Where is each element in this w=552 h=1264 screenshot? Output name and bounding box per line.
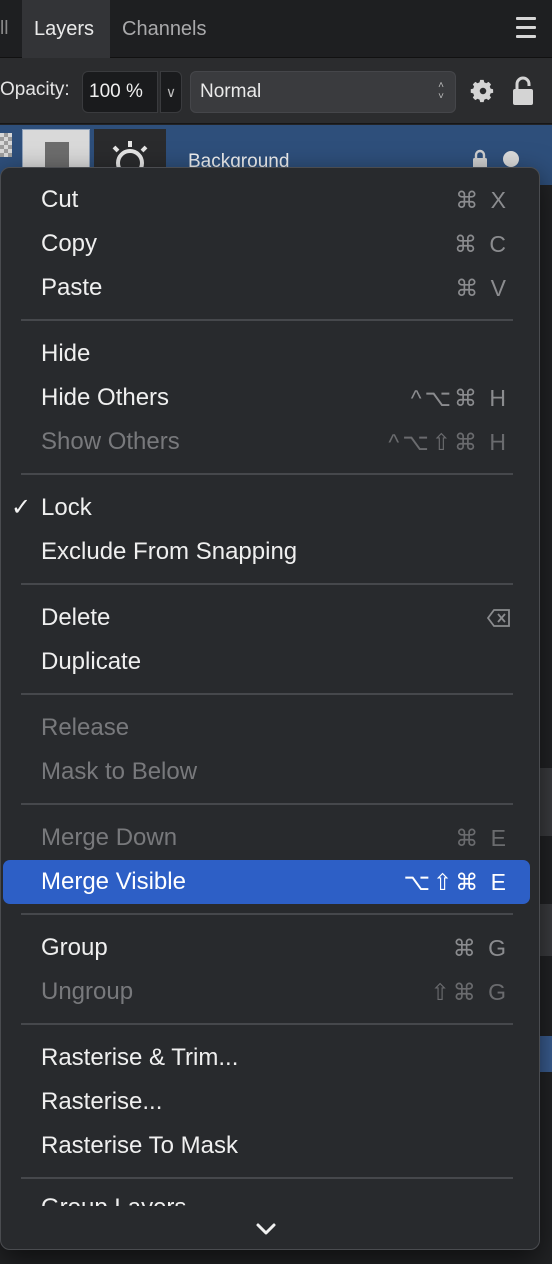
menu-item-copy[interactable]: Copy ⌘ C — [1, 222, 539, 266]
checkmark-icon: ✓ — [11, 494, 32, 521]
menu-item-cut[interactable]: Cut ⌘ X — [1, 178, 539, 222]
menu-item-rasterise-trim[interactable]: Rasterise & Trim... — [1, 1036, 539, 1080]
blend-mode-value: Normal — [200, 81, 262, 102]
affinity-layers-panel: ll Layers Channels Opacity: 100 % ∨ Norm… — [0, 0, 552, 1264]
background-sliver — [538, 768, 552, 836]
tab-layers[interactable]: Layers — [22, 0, 110, 58]
blend-mode-select[interactable]: Normal ˄ ˅ — [190, 71, 456, 113]
lock-icon[interactable] — [511, 75, 535, 107]
shortcut-hide-others: ^⌥⌘ H — [410, 385, 509, 411]
opacity-label: Opacity: — [0, 79, 70, 100]
menu-separator — [21, 319, 513, 321]
opacity-input[interactable]: 100 % — [82, 71, 158, 113]
tab-previous-partial[interactable]: ll — [0, 14, 14, 44]
menu-item-hide[interactable]: Hide — [1, 332, 539, 376]
menu-item-hide-others[interactable]: Hide Others ^⌥⌘ H — [1, 376, 539, 420]
shortcut-copy: ⌘ C — [454, 231, 509, 257]
menu-item-delete[interactable]: Delete — [1, 596, 539, 640]
shortcut-ungroup: ⇧⌘ G — [430, 979, 509, 1005]
background-sliver-selected — [538, 1036, 552, 1072]
hamburger-menu-icon[interactable] — [516, 17, 536, 39]
layer-lock-icon[interactable] — [472, 149, 488, 169]
menu-separator — [21, 803, 513, 805]
menu-item-ungroup: Ungroup ⇧⌘ G — [1, 970, 539, 1014]
transparency-checker — [0, 133, 12, 157]
shortcut-paste: ⌘ V — [455, 275, 509, 301]
chevron-down-icon[interactable] — [255, 1222, 277, 1236]
menu-separator — [21, 693, 513, 695]
menu-item-show-others: Show Others ^⌥⇧⌘ H — [1, 420, 539, 464]
context-menu: Cut ⌘ X Copy ⌘ C Paste ⌘ V Hide Hide Oth… — [0, 167, 540, 1250]
menu-separator — [21, 473, 513, 475]
shortcut-group: ⌘ G — [452, 935, 509, 961]
menu-item-rasterise[interactable]: Rasterise... — [1, 1080, 539, 1124]
menu-item-exclude-from-snapping[interactable]: Exclude From Snapping — [1, 530, 539, 574]
menu-item-group[interactable]: Group ⌘ G — [1, 926, 539, 970]
menu-separator — [21, 1023, 513, 1025]
background-sliver — [538, 904, 552, 956]
panel-tab-bar: ll Layers Channels — [0, 0, 552, 58]
shortcut-merge-visible: ⌥⇧⌘ E — [403, 869, 509, 895]
layer-visibility-dot[interactable] — [503, 151, 519, 167]
shortcut-merge-down: ⌘ E — [455, 825, 509, 851]
menu-separator — [21, 583, 513, 585]
menu-item-duplicate[interactable]: Duplicate — [1, 640, 539, 684]
opacity-dropdown-button[interactable]: ∨ — [160, 71, 182, 113]
menu-item-group-layers-partial[interactable]: Group Layers — [41, 1186, 186, 1206]
menu-item-mask-to-below: Mask to Below — [41, 758, 198, 785]
menu-item-paste[interactable]: Paste ⌘ V — [1, 266, 539, 310]
up-down-arrows-icon: ˄ ˅ — [438, 80, 444, 102]
menu-item-rasterise-to-mask[interactable]: Rasterise To Mask — [1, 1124, 539, 1168]
delete-backward-icon — [487, 609, 510, 627]
shortcut-cut: ⌘ X — [455, 187, 509, 213]
shortcut-show-others: ^⌥⇧⌘ H — [388, 429, 509, 455]
tab-channels[interactable]: Channels — [110, 0, 219, 58]
menu-item-release: Release — [41, 714, 130, 741]
layer-toolbar: Opacity: 100 % ∨ Normal ˄ ˅ — [0, 58, 552, 124]
menu-item-merge-visible[interactable]: Merge Visible ⌥⇧⌘ E — [1, 860, 539, 904]
menu-separator — [21, 913, 513, 915]
gear-icon[interactable] — [470, 78, 496, 104]
menu-item-merge-down: Merge Down ⌘ E — [1, 816, 539, 860]
menu-separator — [21, 1177, 513, 1179]
menu-item-lock[interactable]: ✓ Lock — [1, 486, 539, 530]
